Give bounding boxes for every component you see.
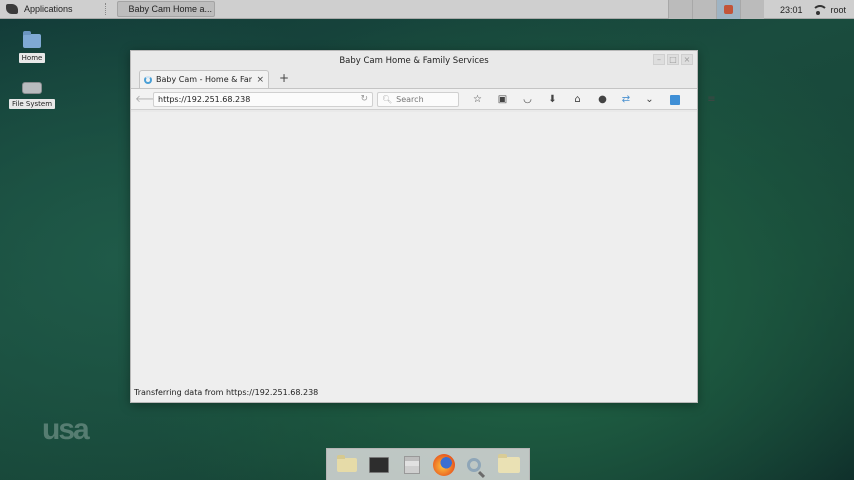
browser-window: Baby Cam Home & Family Services – □ × Ba… xyxy=(130,50,716,403)
taskbar-window-title: Baby Cam Home a... xyxy=(128,4,213,14)
navigation-toolbar: 🡐 https://192.251.68.238 ↻ 🔍︎ ☆ ▣ ◡ ⬇ ⌂ … xyxy=(131,88,716,110)
desktop-folder-icon xyxy=(337,454,358,472)
tab-bar: Baby Cam - Home & Family... × + xyxy=(131,70,697,88)
home-icon[interactable]: ⌂ xyxy=(565,92,590,107)
sync-icon[interactable]: ⇄ xyxy=(615,92,637,107)
drive-icon xyxy=(22,82,42,94)
desktop-icon-home[interactable]: Home xyxy=(9,31,55,63)
download-icon[interactable]: ⬇ xyxy=(540,92,565,107)
wifi-icon[interactable] xyxy=(812,5,829,15)
dock-terminal[interactable] xyxy=(367,453,391,477)
dock-file-manager[interactable] xyxy=(400,453,424,477)
search-icon: 🔍︎ xyxy=(382,94,393,104)
close-icon[interactable]: × xyxy=(681,54,693,65)
file-cabinet-icon xyxy=(403,455,420,474)
window-controls: – □ × xyxy=(653,54,693,65)
status-text: Transferring data from https://192.251.6… xyxy=(134,387,319,397)
chevron-down-icon[interactable]: ⌄ xyxy=(637,92,662,107)
workspace-1[interactable] xyxy=(667,0,692,19)
chat-icon[interactable]: ● xyxy=(590,92,615,107)
dock xyxy=(326,448,530,480)
window-thumbnail-icon xyxy=(723,5,733,14)
magnifier-icon xyxy=(467,457,482,472)
pocket-icon[interactable]: ◡ xyxy=(515,92,540,107)
hamburger-menu-icon[interactable]: ≡ xyxy=(699,92,724,107)
applications-menu-button[interactable]: Applications xyxy=(0,0,79,19)
system-tray: 23:01 root xyxy=(667,0,854,19)
status-bar: Transferring data from https://192.251.6… xyxy=(131,382,697,402)
folder-icon xyxy=(23,31,41,48)
top-panel: Applications Baby Cam Home a... 23:01 ro… xyxy=(0,0,854,19)
firefox-icon xyxy=(433,453,456,476)
tab-title: Baby Cam - Home & Family... xyxy=(156,75,252,84)
applications-label: Applications xyxy=(24,4,73,14)
terminal-icon xyxy=(369,456,390,473)
workspace-3[interactable] xyxy=(715,0,740,19)
desktop-icon-label: Home xyxy=(18,53,46,63)
extension-icon[interactable] xyxy=(662,92,687,107)
window-title: Baby Cam Home & Family Services xyxy=(339,55,489,66)
dock-home-folder[interactable] xyxy=(497,453,521,477)
url-text: https://192.251.68.238 xyxy=(158,94,251,104)
folder-icon xyxy=(497,453,520,473)
user-menu[interactable]: root xyxy=(830,5,854,15)
workspace-2[interactable] xyxy=(691,0,716,19)
dock-show-desktop[interactable] xyxy=(335,453,359,477)
panel-separator xyxy=(104,3,107,15)
back-arrow-icon[interactable]: 🡐 xyxy=(135,93,162,105)
clock[interactable]: 23:01 xyxy=(770,5,813,15)
desktop-icon-file-system[interactable]: File System xyxy=(8,82,56,109)
page-content[interactable] xyxy=(131,112,697,383)
window-titlebar[interactable]: Baby Cam Home & Family Services – □ × xyxy=(131,51,697,70)
reload-icon[interactable]: ↻ xyxy=(360,94,368,104)
tab-close-icon[interactable]: × xyxy=(256,75,264,85)
tab-baby-cam[interactable]: Baby Cam - Home & Family... × xyxy=(139,70,269,88)
search-box[interactable]: 🔍︎ xyxy=(377,91,459,107)
clipboard-icon[interactable]: ▣ xyxy=(490,92,515,107)
desktop-icon-label: File System xyxy=(8,99,56,109)
usa-logo-watermark: usa xyxy=(42,413,90,446)
maximize-icon[interactable]: □ xyxy=(667,54,679,65)
minimize-icon[interactable]: – xyxy=(653,54,665,65)
dock-app-finder[interactable] xyxy=(464,453,488,477)
toolbar-icons: ☆ ▣ ◡ ⬇ ⌂ ● ⇄ ⌄ ≡ xyxy=(465,92,724,107)
url-bar[interactable]: https://192.251.68.238 ↻ xyxy=(153,91,373,107)
bookmark-star-icon[interactable]: ☆ xyxy=(465,92,490,107)
search-input[interactable] xyxy=(396,94,457,104)
taskbar-window-button[interactable]: Baby Cam Home a... xyxy=(116,1,215,17)
workspace-4[interactable] xyxy=(739,0,764,19)
xfce-logo-icon xyxy=(6,4,18,14)
loading-spinner-icon xyxy=(144,75,152,84)
dock-web-browser[interactable] xyxy=(432,453,456,477)
new-tab-button[interactable]: + xyxy=(279,71,289,85)
